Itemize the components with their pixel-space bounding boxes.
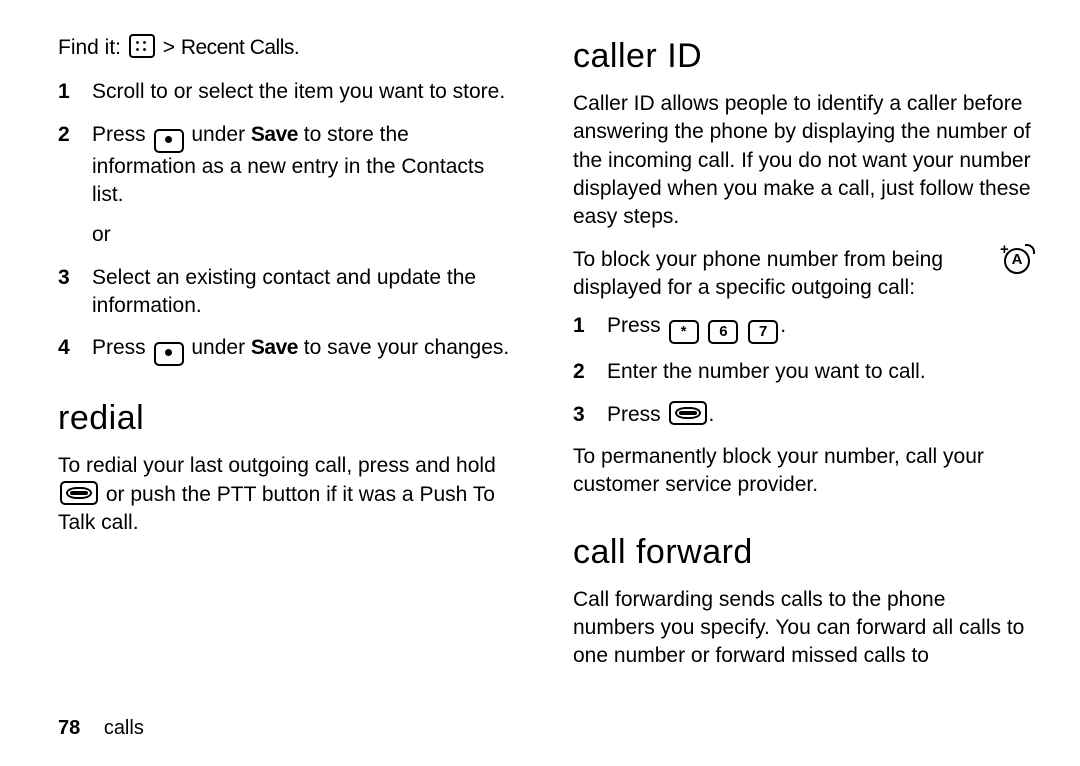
callerid-intro: Caller ID allows people to identify a ca… xyxy=(573,90,1032,232)
page-footer: 78 calls xyxy=(58,715,144,742)
callerid-steps: 1 Press * 6 7. 2 Enter the number you wa… xyxy=(573,312,1032,429)
right-column: caller ID Caller ID allows people to ide… xyxy=(573,34,1032,685)
redial-body: To redial your last outgoing call, press… xyxy=(58,452,517,537)
callerid-permanent: To permanently block your number, call y… xyxy=(573,443,1032,500)
left-column: Find it: > Recent Calls. 1 Scroll to or … xyxy=(58,34,517,685)
store-steps: 1 Scroll to or select the item you want … xyxy=(58,78,517,366)
callerid-block-intro: To block your phone number from being di… xyxy=(573,246,1032,313)
list-item: 3 Select an existing contact and update … xyxy=(58,264,517,321)
six-key-icon: 6 xyxy=(708,320,738,344)
send-key-icon xyxy=(669,401,707,425)
list-item: 4 Press under Save to save your changes. xyxy=(58,334,517,366)
list-item: 3 Press . xyxy=(573,401,1032,429)
seven-key-icon: 7 xyxy=(748,320,778,344)
list-item: 1 Scroll to or select the item you want … xyxy=(58,78,517,106)
redial-heading: redial xyxy=(58,396,517,442)
list-item: 2 Press under Save to store the informat… xyxy=(58,121,517,250)
find-it-label: Find it: xyxy=(58,36,121,59)
page-number: 78 xyxy=(58,717,80,739)
find-it-path: Find it: > Recent Calls. xyxy=(58,34,517,62)
list-item: 1 Press * 6 7. xyxy=(573,312,1032,344)
callforward-body: Call forwarding sends calls to the phone… xyxy=(573,586,1032,671)
star-key-icon: * xyxy=(669,320,699,344)
callforward-heading: call forward xyxy=(573,530,1032,576)
send-key-icon xyxy=(60,481,98,505)
softkey-icon xyxy=(154,342,184,366)
section-name: calls xyxy=(104,717,144,739)
callerid-heading: caller ID xyxy=(573,34,1032,80)
list-item: 2 Enter the number you want to call. xyxy=(573,358,1032,386)
accessibility-icon: A+ xyxy=(1002,246,1032,276)
menu-icon xyxy=(129,34,155,58)
find-it-value: Recent Calls xyxy=(181,36,294,59)
softkey-icon xyxy=(154,129,184,153)
